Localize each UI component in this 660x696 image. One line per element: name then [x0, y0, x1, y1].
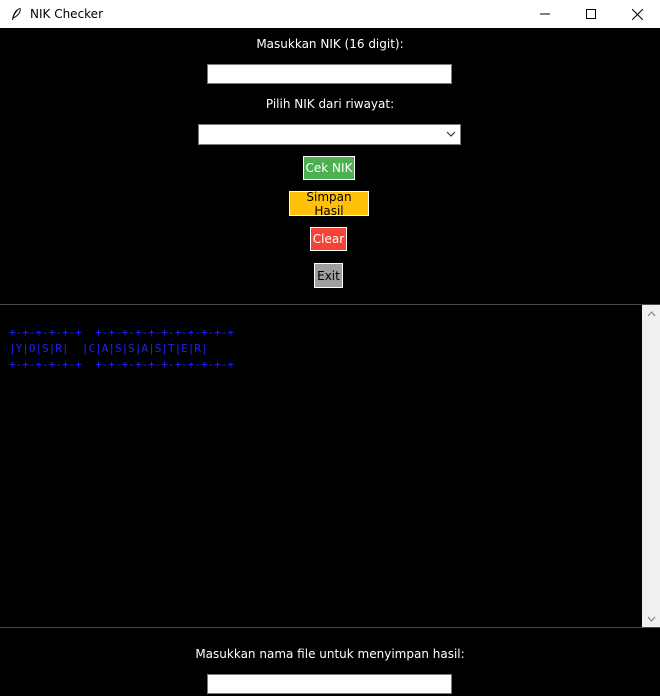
- check-nik-button[interactable]: Cek NIK: [303, 156, 355, 180]
- banner-middle: |Y|O|S|R| |C|A|S|S|A|S|T|E|R|: [9, 342, 208, 355]
- chevron-down-icon[interactable]: [444, 126, 458, 142]
- output-scrollbar[interactable]: [642, 304, 660, 628]
- window-title: NIK Checker: [30, 7, 104, 21]
- history-dropdown[interactable]: [198, 124, 461, 145]
- output-textarea[interactable]: +-+-+-+-+-+ +-+-+-+-+-+-+-+-+-+-+ |Y|O|S…: [0, 304, 642, 628]
- banner-bottom: +-+-+-+-+-+ +-+-+-+-+-+-+-+-+-+-+: [9, 358, 235, 371]
- banner-top: +-+-+-+-+-+ +-+-+-+-+-+-+-+-+-+-+: [9, 326, 235, 339]
- minimize-icon: [540, 13, 550, 15]
- close-icon: [631, 8, 643, 20]
- window-controls: [522, 0, 660, 28]
- maximize-button[interactable]: [568, 0, 614, 28]
- app-window: NIK Checker Masukkan NIK (16 digit): Pil…: [0, 0, 660, 696]
- clear-button[interactable]: Clear: [310, 227, 347, 251]
- scroll-down-icon[interactable]: [642, 610, 660, 627]
- filename-input[interactable]: [207, 674, 452, 694]
- nik-input[interactable]: [207, 64, 452, 84]
- title-bar: NIK Checker: [0, 0, 660, 28]
- scroll-up-icon[interactable]: [642, 305, 660, 322]
- minimize-button[interactable]: [522, 0, 568, 28]
- filename-label: Masukkan nama file untuk menyimpan hasil…: [195, 647, 465, 661]
- close-button[interactable]: [614, 0, 660, 28]
- output-banner: +-+-+-+-+-+ +-+-+-+-+-+-+-+-+-+-+ |Y|O|S…: [9, 325, 234, 373]
- save-result-button[interactable]: Simpan Hasil: [289, 190, 369, 218]
- nik-label: Masukkan NIK (16 digit):: [256, 37, 404, 51]
- exit-button[interactable]: Exit: [314, 263, 343, 288]
- maximize-icon: [586, 9, 596, 19]
- feather-icon: [8, 6, 24, 22]
- history-label: Pilih NIK dari riwayat:: [265, 97, 395, 111]
